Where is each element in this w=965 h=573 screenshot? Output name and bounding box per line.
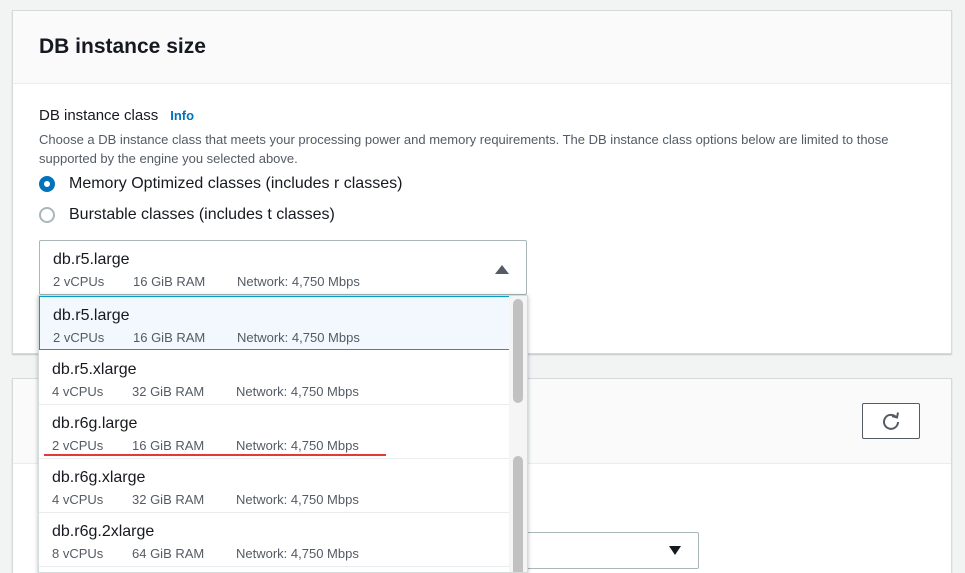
radio-unchecked-icon[interactable]	[39, 207, 55, 223]
option-vcpus: 2 vCPUs	[53, 274, 105, 289]
radio-label: Memory Optimized classes (includes r cla…	[69, 175, 403, 192]
option-network: Network: 4,750 Mbps	[236, 492, 359, 507]
option-name: db.r6g.large	[52, 415, 138, 432]
option-name: db.r6g.2xlarge	[52, 523, 155, 540]
scrollbar-thumb-lower[interactable]	[513, 456, 523, 572]
caret-down-icon	[669, 546, 681, 555]
option-vcpus: 4 vCPUs	[52, 492, 104, 507]
radio-memory-optimized[interactable]: Memory Optimized classes (includes r cla…	[39, 175, 402, 193]
instance-class-label: DB instance class Info	[39, 107, 194, 124]
option-ram: 32 GiB RAM	[132, 384, 205, 399]
dropdown-scrollbar[interactable]	[509, 296, 527, 572]
radio-checked-icon[interactable]	[39, 176, 55, 192]
option-meta: 4 vCPUs 32 GiB RAM Network: 4,750 Mbps	[52, 491, 498, 509]
option-ram: 16 GiB RAM	[132, 438, 205, 453]
option-ram: 16 GiB RAM	[133, 274, 206, 289]
option-meta: 2 vCPUs 16 GiB RAM Network: 4,750 Mbps	[52, 437, 498, 455]
radio-label: Burstable classes (includes t classes)	[69, 206, 335, 223]
dropdown-option-db-r6g-2xlarge[interactable]: db.r6g.2xlarge 8 vCPUs 64 GiB RAM Networ…	[39, 513, 511, 567]
option-network: Network: 4,750 Mbps	[236, 438, 359, 453]
scrollbar-thumb[interactable]	[513, 299, 523, 403]
option-vcpus: 2 vCPUs	[52, 438, 104, 453]
dropdown-option-db-r5-large[interactable]: db.r5.large 2 vCPUs 16 GiB RAM Network: …	[39, 296, 511, 350]
instance-class-select[interactable]: db.r5.large 2 vCPUs 16 GiB RAM Network: …	[39, 240, 527, 295]
panel-title: DB instance size	[39, 35, 206, 58]
radio-burstable[interactable]: Burstable classes (includes t classes)	[39, 206, 335, 224]
option-name: db.r5.large	[53, 307, 130, 324]
option-vcpus: 2 vCPUs	[53, 330, 105, 345]
option-network: Network: 4,750 Mbps	[237, 330, 360, 345]
dropdown-option-db-r6g-large[interactable]: db.r6g.large 2 vCPUs 16 GiB RAM Network:…	[39, 405, 511, 459]
option-meta: 4 vCPUs 32 GiB RAM Network: 4,750 Mbps	[52, 383, 498, 401]
option-name: db.r6g.xlarge	[52, 469, 146, 486]
instance-class-description: Choose a DB instance class that meets yo…	[39, 132, 889, 166]
dropdown-option-db-r6g-xlarge[interactable]: db.r6g.xlarge 4 vCPUs 32 GiB RAM Network…	[39, 459, 511, 513]
dropdown-option-db-r5-xlarge[interactable]: db.r5.xlarge 4 vCPUs 32 GiB RAM Network:…	[39, 351, 511, 405]
secondary-select[interactable]	[500, 532, 699, 569]
option-vcpus: 8 vCPUs	[52, 546, 104, 561]
option-network: Network: 4,750 Mbps	[236, 546, 359, 561]
red-underline-annotation	[44, 454, 386, 456]
option-ram: 32 GiB RAM	[132, 492, 205, 507]
option-network: Network: 4,750 Mbps	[236, 384, 359, 399]
option-meta: 2 vCPUs 16 GiB RAM Network: 4,750 Mbps	[53, 329, 497, 347]
instance-class-label-text: DB instance class	[39, 107, 159, 124]
refresh-icon	[883, 412, 899, 430]
option-ram: 16 GiB RAM	[133, 330, 206, 345]
option-name: db.r5.xlarge	[52, 361, 137, 378]
option-meta: 8 vCPUs 64 GiB RAM Network: 4,750 Mbps	[52, 545, 498, 563]
caret-up-icon	[495, 265, 509, 274]
selected-option-name: db.r5.large	[53, 251, 130, 268]
refresh-button[interactable]	[862, 403, 920, 439]
selected-option-meta: 2 vCPUs 16 GiB RAM Network: 4,750 Mbps	[53, 273, 513, 291]
info-link[interactable]: Info	[170, 108, 194, 123]
panel-header: DB instance size	[13, 11, 951, 84]
option-ram: 64 GiB RAM	[132, 546, 205, 561]
option-network: Network: 4,750 Mbps	[237, 274, 360, 289]
option-vcpus: 4 vCPUs	[52, 384, 104, 399]
instance-class-dropdown[interactable]: db.r5.large 2 vCPUs 16 GiB RAM Network: …	[38, 295, 528, 573]
